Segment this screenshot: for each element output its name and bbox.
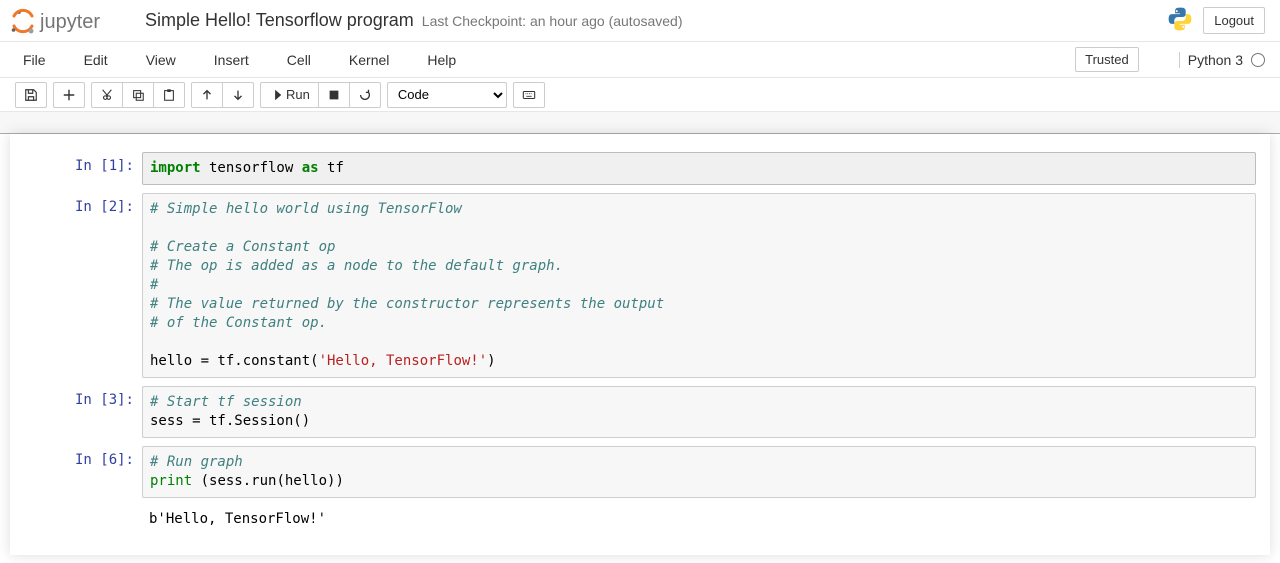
jupyter-logo[interactable]: jupyter — [10, 7, 130, 35]
paste-icon — [162, 88, 176, 102]
move-down-button[interactable] — [223, 82, 254, 108]
code-cell[interactable]: In [6]:# Run graph print (sess.run(hello… — [24, 446, 1256, 498]
restart-icon — [358, 88, 372, 102]
notebook-title[interactable]: Simple Hello! Tensorflow program — [145, 10, 414, 31]
input-prompt: In [2]: — [24, 193, 142, 378]
menu-edit[interactable]: Edit — [76, 44, 124, 76]
code-input[interactable]: # Start tf session sess = tf.Session() — [142, 386, 1256, 438]
paste-button[interactable] — [154, 82, 185, 108]
code-cell[interactable]: In [1]:import tensorflow as tf — [24, 152, 1256, 185]
move-up-button[interactable] — [191, 82, 223, 108]
cell-output: b'Hello, TensorFlow!' — [142, 506, 1256, 529]
stop-icon — [327, 88, 341, 102]
notebook-container: In [1]:import tensorflow as tfIn [2]:# S… — [10, 134, 1270, 555]
cell-type-select[interactable]: Code — [387, 82, 507, 108]
insert-cell-button[interactable] — [53, 82, 85, 108]
logout-button[interactable]: Logout — [1203, 7, 1265, 34]
notebook-header: jupyter Simple Hello! Tensorflow program… — [0, 0, 1280, 42]
scissors-icon — [100, 88, 114, 102]
output-prompt — [24, 506, 142, 529]
separator-band — [0, 112, 1280, 134]
arrow-up-icon — [200, 88, 214, 102]
copy-icon — [131, 88, 145, 102]
trusted-button[interactable]: Trusted — [1075, 47, 1139, 72]
output-row: b'Hello, TensorFlow!' — [24, 506, 1256, 529]
menu-cell[interactable]: Cell — [279, 44, 327, 76]
menu-insert[interactable]: Insert — [206, 44, 265, 76]
menu-kernel[interactable]: Kernel — [341, 44, 405, 76]
run-button[interactable]: Run — [260, 82, 319, 108]
menu-view[interactable]: View — [138, 44, 192, 76]
copy-button[interactable] — [123, 82, 154, 108]
run-icon — [269, 88, 283, 102]
input-prompt: In [3]: — [24, 386, 142, 438]
restart-button[interactable] — [350, 82, 381, 108]
kernel-name-label: Python 3 — [1188, 52, 1243, 68]
command-palette-button[interactable] — [513, 82, 545, 108]
toolbar: Run Code — [0, 78, 1280, 112]
menu-help[interactable]: Help — [419, 44, 472, 76]
checkpoint-status: Last Checkpoint: an hour ago (autosaved) — [422, 13, 683, 29]
logo-text: jupyter — [39, 11, 100, 33]
input-prompt: In [6]: — [24, 446, 142, 498]
code-input[interactable]: # Run graph print (sess.run(hello)) — [142, 446, 1256, 498]
arrow-down-icon — [231, 88, 245, 102]
code-input[interactable]: import tensorflow as tf — [142, 152, 1256, 185]
python-icon — [1167, 6, 1193, 35]
keyboard-icon — [522, 88, 536, 102]
input-prompt: In [1]: — [24, 152, 142, 185]
kernel-idle-icon — [1251, 53, 1265, 67]
save-button[interactable] — [15, 82, 47, 108]
code-input[interactable]: # Simple hello world using TensorFlow # … — [142, 193, 1256, 378]
save-icon — [24, 88, 38, 102]
menu-file[interactable]: File — [15, 44, 62, 76]
kernel-indicator[interactable]: Python 3 — [1179, 52, 1265, 68]
code-cell[interactable]: In [2]:# Simple hello world using Tensor… — [24, 193, 1256, 378]
menubar: File Edit View Insert Cell Kernel Help Trusted… — [0, 42, 1280, 78]
interrupt-button[interactable] — [319, 82, 350, 108]
cut-button[interactable] — [91, 82, 123, 108]
plus-icon — [62, 88, 76, 102]
code-cell[interactable]: In [3]:# Start tf session sess = tf.Sess… — [24, 386, 1256, 438]
run-label: Run — [286, 87, 310, 102]
